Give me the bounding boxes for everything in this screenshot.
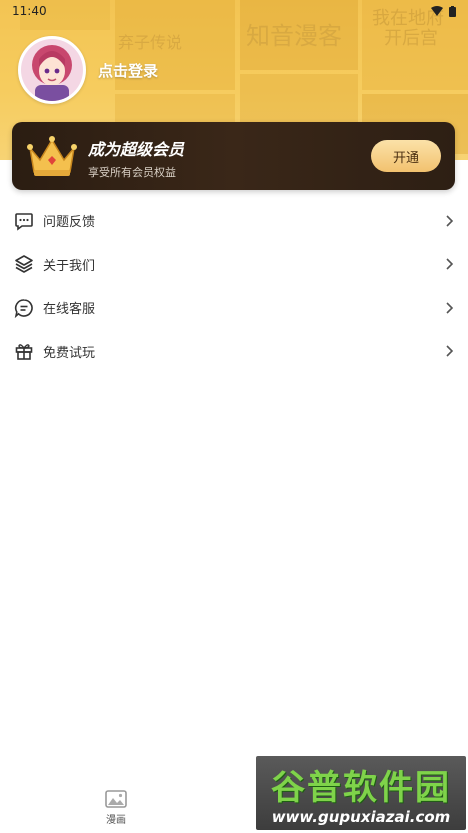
- watermark-title: 谷普软件园: [271, 768, 451, 808]
- vip-title: 成为超级会员: [88, 140, 185, 159]
- tab-label: 漫画: [106, 815, 126, 826]
- chevron-right-icon: [446, 258, 454, 270]
- menu-item-feedback[interactable]: 问题反馈: [0, 199, 468, 243]
- menu-item-free-trial[interactable]: 免费试玩: [0, 330, 468, 374]
- layers-icon: [15, 255, 33, 274]
- gift-icon: [15, 344, 33, 361]
- menu-item-label: 问题反馈: [43, 215, 96, 231]
- chat-icon: [14, 298, 33, 318]
- menu-item-label: 关于我们: [43, 258, 96, 274]
- login-link[interactable]: 点击登录: [98, 60, 158, 81]
- menu-item-support[interactable]: 在线客服: [0, 286, 468, 330]
- vip-subtitle: 享受所有会员权益: [88, 166, 176, 179]
- vip-banner[interactable]: 成为超级会员 享受所有会员权益 开通: [12, 122, 455, 190]
- watermark: 谷普软件园 www.gupuxiazai.com: [256, 756, 466, 830]
- settings-menu: 问题反馈 关于我们 在线客服 免费试玩: [0, 199, 468, 373]
- chevron-right-icon: [446, 345, 454, 357]
- battery-icon: [449, 5, 456, 17]
- menu-item-about[interactable]: 关于我们: [0, 243, 468, 287]
- activate-vip-button[interactable]: 开通: [371, 140, 441, 172]
- svg-text:知音漫客: 知音漫客: [246, 22, 342, 50]
- tab-comics[interactable]: 漫画: [96, 789, 136, 829]
- chevron-right-icon: [446, 302, 454, 314]
- crown-icon: [27, 136, 77, 176]
- chevron-right-icon: [446, 215, 454, 227]
- status-bar: 11:40: [0, 0, 468, 22]
- menu-item-label: 免费试玩: [43, 345, 96, 361]
- svg-text:开后宫: 开后宫: [384, 28, 438, 49]
- svg-text:弃子传说: 弃子传说: [118, 33, 182, 52]
- wifi-icon: [431, 6, 443, 16]
- avatar[interactable]: [18, 36, 86, 104]
- message-icon: [15, 212, 33, 231]
- watermark-url: www.gupuxiazai.com: [271, 808, 451, 826]
- status-time: 11:40: [12, 4, 47, 18]
- avatar-image: [21, 39, 83, 101]
- menu-item-label: 在线客服: [43, 302, 96, 318]
- image-icon: [105, 790, 127, 808]
